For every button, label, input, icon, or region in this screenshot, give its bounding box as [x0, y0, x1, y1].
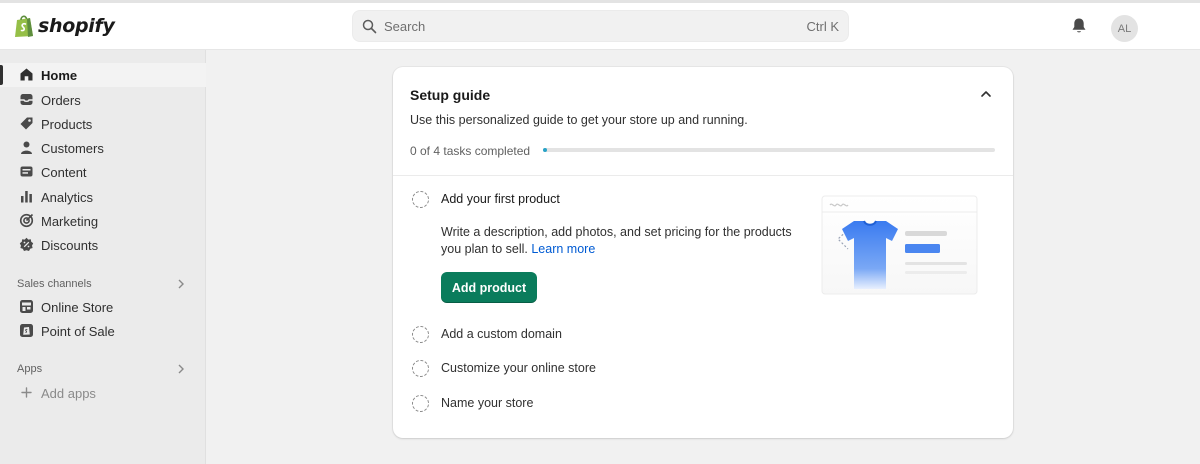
sidebar-item-content[interactable]: Content [0, 160, 206, 184]
search-bar[interactable]: Search Ctrl K [352, 10, 849, 42]
divider [393, 175, 1013, 176]
sidebar-item-label: Marketing [41, 214, 99, 229]
sidebar-item-label: Content [41, 165, 87, 180]
sidebar-item-label: Customers [41, 141, 104, 156]
task-label: Add your first product [441, 192, 560, 206]
shopify-logo[interactable]: shopify [14, 14, 115, 38]
task-status-circle[interactable] [412, 360, 429, 377]
sidebar-item-label: Orders [41, 93, 81, 108]
chevron-up-icon[interactable] [979, 87, 993, 101]
progress-bar [543, 148, 995, 152]
setup-guide-card: Setup guide Use this personalized guide … [393, 67, 1013, 438]
bar-chart-icon [21, 191, 32, 203]
content-icon [20, 166, 33, 177]
brand-name: shopify [38, 15, 115, 37]
setup-guide-title: Setup guide [410, 87, 491, 103]
inbox-icon [20, 94, 33, 105]
sidebar-item-label: Home [41, 68, 78, 83]
task-status-circle[interactable] [412, 191, 429, 208]
shopify-bag-icon [15, 15, 33, 37]
chevron-right-icon[interactable] [177, 364, 185, 374]
progress-fill [543, 148, 547, 152]
task-description-text: Write a description, add photos, and set… [441, 225, 792, 256]
search-shortcut: Ctrl K [806, 19, 840, 34]
discount-icon [19, 237, 34, 251]
search-placeholder: Search [384, 19, 426, 34]
person-icon [21, 141, 32, 154]
tshirt-product-illustration [821, 195, 978, 295]
chevron-right-icon[interactable] [177, 279, 185, 289]
setup-guide-description: Use this personalized guide to get your … [410, 113, 748, 127]
add-apps-button[interactable]: Add apps [0, 381, 206, 405]
plus-icon [21, 387, 32, 398]
sidebar-item-label: Discounts [41, 238, 99, 253]
sidebar-item-label: Point of Sale [41, 324, 115, 339]
sidebar-item-home[interactable]: Home [0, 63, 206, 87]
sidebar-item-online-store[interactable]: Online Store [0, 295, 206, 319]
progress-text: 0 of 4 tasks completed [410, 144, 531, 158]
tag-icon [20, 117, 33, 130]
task-customize-online-store[interactable]: Customize your online store [410, 358, 990, 380]
top-bar: shopify Search Ctrl K AL [0, 0, 1200, 50]
sidebar-item-discounts[interactable]: Discounts [0, 233, 206, 257]
sidebar-item-orders[interactable]: Orders [0, 88, 206, 112]
add-apps-label: Add apps [41, 386, 96, 401]
sales-channels-heading[interactable]: Sales channels [17, 278, 92, 290]
sidebar-item-label: Products [41, 117, 93, 132]
pos-icon [20, 324, 33, 337]
active-indicator [0, 65, 3, 85]
apps-heading[interactable]: Apps [17, 363, 42, 375]
sidebar-item-marketing[interactable]: Marketing [0, 209, 206, 233]
learn-more-link[interactable]: Learn more [531, 242, 595, 256]
task-description: Write a description, add photos, and set… [441, 224, 801, 258]
task-add-custom-domain[interactable]: Add a custom domain [410, 324, 990, 346]
sidebar-item-label: Online Store [41, 300, 114, 315]
task-status-circle[interactable] [412, 395, 429, 412]
bell-icon[interactable] [1071, 17, 1087, 35]
sidebar-item-customers[interactable]: Customers [0, 136, 206, 160]
sidebar-item-products[interactable]: Products [0, 112, 206, 136]
task-label: Add a custom domain [441, 327, 562, 341]
task-status-circle[interactable] [412, 326, 429, 343]
task-name-your-store[interactable]: Name your store [410, 393, 990, 415]
sidebar: Home Orders Products Customers Content A… [0, 50, 206, 464]
add-product-button[interactable]: Add product [441, 272, 537, 303]
home-icon [20, 68, 33, 81]
sidebar-item-analytics[interactable]: Analytics [0, 185, 206, 209]
search-icon [362, 19, 377, 34]
storefront-icon [20, 300, 33, 313]
sidebar-item-label: Analytics [41, 190, 94, 205]
target-icon [19, 213, 34, 228]
sidebar-item-point-of-sale[interactable]: Point of Sale [0, 319, 206, 343]
task-label: Customize your online store [441, 361, 596, 375]
avatar[interactable]: AL [1111, 15, 1138, 42]
task-label: Name your store [441, 396, 534, 410]
